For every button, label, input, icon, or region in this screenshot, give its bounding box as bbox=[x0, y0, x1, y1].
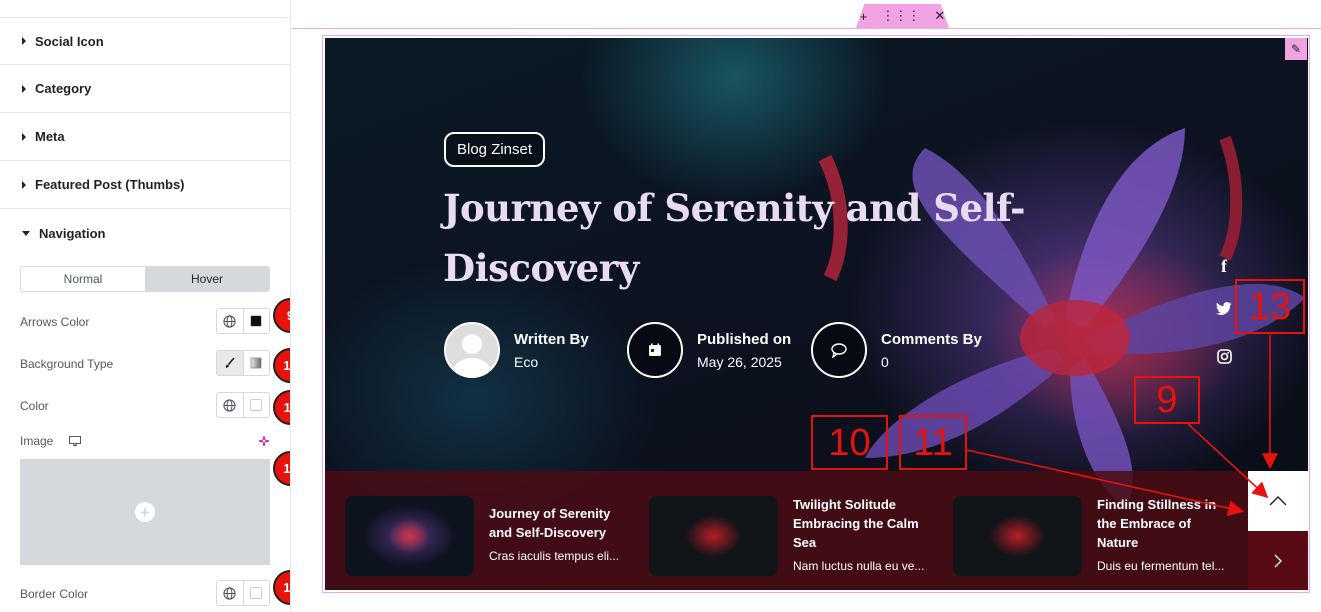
meta-date: Published on May 26, 2025 bbox=[627, 322, 791, 378]
thumb-excerpt: Nam luctus nulla eu ve... bbox=[793, 559, 925, 573]
swatch-fill bbox=[250, 399, 263, 411]
category-badge[interactable]: Blog Zinset bbox=[444, 132, 546, 167]
nav-next-button[interactable] bbox=[1248, 531, 1308, 590]
ai-sparkle-icon[interactable] bbox=[258, 435, 270, 447]
annotation-badge-11: 11 bbox=[273, 390, 290, 425]
caret-right-icon bbox=[22, 84, 26, 93]
thumb-card[interactable]: Twilight Solitude Embracing the Calm Sea… bbox=[649, 496, 928, 576]
color-swatch[interactable] bbox=[244, 309, 270, 333]
author-label: Written By bbox=[514, 330, 589, 348]
section-navigation[interactable]: Navigation bbox=[0, 209, 290, 257]
desktop-icon[interactable] bbox=[68, 436, 81, 447]
annotation-box-13: 13 bbox=[1235, 279, 1305, 334]
color-swatch[interactable] bbox=[244, 393, 270, 417]
add-icon[interactable]: + bbox=[135, 502, 155, 522]
chevron-up-icon bbox=[1269, 496, 1287, 506]
post-title[interactable]: Journey of Serenity and Self-Discovery bbox=[443, 178, 1043, 298]
gradient-icon[interactable] bbox=[244, 351, 270, 375]
comment-icon bbox=[811, 322, 867, 378]
border-color-label: Border Color bbox=[20, 587, 89, 601]
annotation-box-9: 9 bbox=[1134, 376, 1200, 424]
annotation-box-10: 10 bbox=[811, 415, 888, 470]
section-social-icon[interactable]: Social Icon bbox=[0, 17, 290, 65]
arrows-color-label: Arrows Color bbox=[20, 315, 90, 329]
edit-widget-icon[interactable]: ✎ bbox=[1285, 38, 1307, 60]
date-label: Published on bbox=[697, 330, 792, 348]
section-featured-post[interactable]: Featured Post (Thumbs) bbox=[0, 161, 290, 209]
thumb-card[interactable]: Journey of Serenity and Self-Discovery Cr… bbox=[345, 496, 624, 576]
thumb-image[interactable] bbox=[953, 496, 1082, 576]
thumb-title[interactable]: Twilight Solitude Embracing the Calm Sea bbox=[793, 495, 928, 552]
drag-handle-icon[interactable]: ⋮⋮⋮ bbox=[881, 8, 920, 24]
section-label: Category bbox=[35, 81, 92, 96]
swatch-fill bbox=[250, 587, 263, 599]
thumb-image[interactable] bbox=[345, 496, 474, 576]
annotation-badge-9: 9 bbox=[273, 298, 290, 333]
globe-icon[interactable] bbox=[217, 581, 244, 605]
color-label: Color bbox=[20, 399, 49, 413]
background-type-label: Background Type bbox=[20, 357, 114, 371]
caret-right-icon bbox=[22, 132, 26, 141]
state-tabs: Normal Hover bbox=[20, 266, 270, 292]
avatar bbox=[444, 322, 500, 378]
image-upload-box[interactable]: + bbox=[20, 459, 270, 565]
color-control bbox=[216, 392, 270, 418]
thumb-card[interactable]: Finding Stillness in the Embrace of Natu… bbox=[953, 496, 1232, 576]
author-name[interactable]: Eco bbox=[514, 354, 589, 370]
thumb-title[interactable]: Finding Stillness in the Embrace of Natu… bbox=[1097, 495, 1232, 552]
chevron-right-icon bbox=[1274, 554, 1282, 567]
brush-icon[interactable] bbox=[217, 351, 244, 375]
section-label: Meta bbox=[35, 129, 65, 144]
color-swatch[interactable] bbox=[244, 581, 270, 605]
image-label-text: Image bbox=[20, 434, 54, 448]
globe-icon[interactable] bbox=[217, 393, 244, 417]
section-label: Social Icon bbox=[35, 33, 104, 49]
caret-down-icon bbox=[22, 230, 30, 236]
instagram-icon[interactable] bbox=[1214, 349, 1234, 368]
border-color-control bbox=[216, 580, 270, 606]
calendar-icon bbox=[627, 322, 683, 378]
tab-hover[interactable]: Hover bbox=[145, 267, 269, 291]
meta-comments: Comments By 0 bbox=[811, 322, 982, 378]
thumb-excerpt: Cras iaculis tempus eli... bbox=[489, 549, 620, 563]
annotation-box-11: 11 bbox=[899, 415, 967, 470]
swatch-fill bbox=[250, 315, 263, 327]
section-outline bbox=[292, 28, 1321, 29]
comments-count: 0 bbox=[881, 353, 889, 370]
section-meta[interactable]: Meta bbox=[0, 113, 290, 161]
section-handle[interactable]: + ⋮⋮⋮ ✕ bbox=[856, 4, 949, 28]
thumb-image[interactable] bbox=[649, 496, 778, 576]
background-type-control bbox=[216, 350, 270, 376]
caret-right-icon bbox=[22, 37, 26, 45]
comments-label: Comments By bbox=[881, 330, 982, 348]
editor-panel: Social Icon Category Meta Featured Post … bbox=[0, 0, 291, 612]
nav-prev-button[interactable] bbox=[1248, 471, 1308, 531]
section-label: Navigation bbox=[39, 225, 106, 241]
caret-right-icon bbox=[22, 180, 26, 189]
facebook-icon[interactable]: f bbox=[1214, 256, 1234, 277]
arrows-color-control bbox=[216, 308, 270, 334]
section-category[interactable]: Category bbox=[0, 65, 290, 113]
annotation-badge-12: 12 bbox=[273, 451, 290, 486]
image-label: Image bbox=[20, 434, 81, 448]
tab-normal[interactable]: Normal bbox=[21, 267, 145, 291]
annotation-badge-13: 13 bbox=[273, 570, 290, 605]
twitter-icon[interactable] bbox=[1214, 302, 1234, 320]
published-date: May 26, 2025 bbox=[697, 353, 782, 370]
meta-author: Written By Eco bbox=[444, 322, 589, 378]
section-label: Featured Post (Thumbs) bbox=[35, 177, 185, 192]
thumb-excerpt: Duis eu fermentum tel... bbox=[1097, 559, 1225, 573]
annotation-badge-10: 10 bbox=[273, 348, 290, 383]
globe-icon[interactable] bbox=[217, 309, 244, 333]
thumb-title[interactable]: Journey of Serenity and Self-Discovery bbox=[489, 504, 624, 542]
